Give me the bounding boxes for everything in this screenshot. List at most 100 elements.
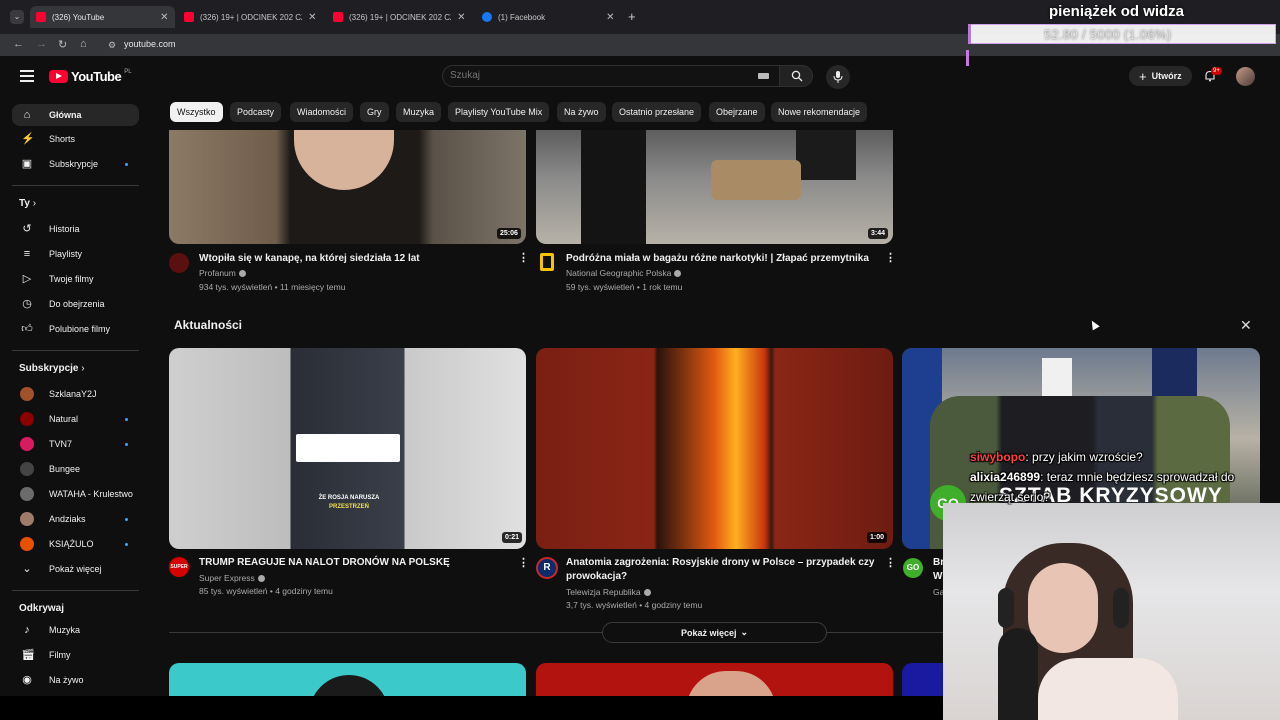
sidebar-item-liked[interactable]: 👍︎ Polubione filmy [12,318,139,340]
subscriptions-heading[interactable]: Subskrypcje › [19,363,85,374]
chip-music[interactable]: Muzyka [396,102,442,122]
sidebar-item-music[interactable]: ♪ Muzyka [12,619,139,641]
hamburger-menu-icon[interactable] [20,70,34,82]
account-avatar[interactable] [1236,67,1255,86]
sidebar-item-label: Pokaż więcej [49,564,102,574]
channel-name[interactable]: Profanum [199,267,246,280]
sidebar-channel-bungee[interactable]: Bungee [12,458,139,480]
sidebar-item-shorts[interactable]: ⚡ Shorts [12,128,139,150]
browser-tab[interactable]: (326) 19+ | ODCINEK 202 CZ. 2 ✕ [327,6,472,28]
new-tab-button[interactable]: + [628,9,636,24]
channel-avatar[interactable]: GO [903,558,923,578]
sidebar-item-history[interactable]: ↺ Historia [12,218,139,240]
new-content-dot [125,517,128,521]
video-title[interactable]: Podróżna miała w bagażu różne narkotyki!… [566,252,876,266]
sidebar-item-playlists[interactable]: ≡ Playlisty [12,243,139,265]
tab-title: (326) 19+ | ODCINEK 202 CZ. 2 [349,12,451,22]
chip-new-to-you[interactable]: Nowe rekomendacje [771,102,868,122]
search-button[interactable] [779,65,813,87]
show-more-button[interactable]: Pokaż więcej ⌄ [602,622,827,643]
keyboard-icon[interactable] [758,73,769,79]
url-field[interactable]: youtube.com [124,39,176,49]
sidebar-show-more[interactable]: ⌄ Pokaż więcej [12,558,139,580]
video-thumbnail[interactable]: ŻE ROSJA NARUSZA PRZESTRZEŃ [169,348,526,549]
tab-search-button[interactable]: ⌄ [10,10,24,24]
video-thumbnail[interactable] [169,110,526,244]
chip-podcasts[interactable]: Podcasty [230,102,282,122]
site-info-icon[interactable]: ⚙ [108,40,116,51]
your-videos-icon: ▷ [22,273,32,285]
chip-games[interactable]: Gry [360,102,389,122]
channel-avatar[interactable]: SUPER [169,557,189,577]
sidebar-item-subscriptions[interactable]: ▣ Subskrypcje [12,153,139,175]
sidebar-channel-wataha[interactable]: WATAHA - Krulestwo [12,483,139,505]
more-options-icon[interactable]: ⋮ [885,251,896,264]
youtube-favicon-icon [36,12,46,22]
you-heading[interactable]: Ty › [19,198,36,209]
overlay-marker [966,50,969,66]
sidebar-item-your-videos[interactable]: ▷ Twoje filmy [12,268,139,290]
tab-title: (1) Facebook [498,12,546,22]
sidebar-item-label: Bungee [49,464,81,474]
channel-avatar[interactable] [540,253,554,271]
tab-title: (326) 19+ | ODCINEK 202 CZ. 1 [200,12,302,22]
tab-close-icon[interactable]: ✕ [160,12,169,23]
voice-search-button[interactable] [826,65,850,89]
video-duration: 1:00 [867,532,888,543]
sidebar-item-label: Do obejrzenia [49,299,105,309]
thumbnail-person [581,110,646,244]
chat-username: alixia246899 [970,470,1041,484]
home-icon[interactable]: ⌂ [80,38,87,50]
reload-icon[interactable]: ↻ [58,38,67,51]
video-thumbnail[interactable] [536,348,893,549]
back-arrow-icon[interactable]: ← [13,38,24,50]
sidebar-item-live[interactable]: ◉ Na żywo [12,669,139,691]
chip-watched[interactable]: Obejrzane [709,102,765,122]
sidebar-channel-andziaks[interactable]: Andziaks [12,508,139,530]
channel-name[interactable]: Telewizja Republika [566,586,651,599]
more-options-icon[interactable]: ⋮ [518,251,529,264]
sidebar-channel-natural[interactable]: Natural [12,408,139,430]
subscriptions-icon: ▣ [21,158,33,170]
video-meta: 59 tys. wyświetleń • 1 rok temu [566,282,683,292]
forward-arrow-icon[interactable]: → [36,38,47,50]
show-more-label: Pokaż więcej [680,627,737,638]
sidebar-channel-ksiazulo[interactable]: KSIĄŻULO [12,533,139,555]
video-thumbnail[interactable] [536,110,893,244]
youtube-logo[interactable]: YouTube PL [49,69,132,84]
tab-close-icon[interactable]: ✕ [308,12,317,23]
chip-news[interactable]: Wiadomości [290,102,354,122]
video-title[interactable]: TRUMP REAGUJE NA NALOT DRONÓW NA POLSKĘ [199,556,509,570]
channel-avatar[interactable] [169,253,189,273]
video-title[interactable]: Wtopiła się w kanapę, na której siedział… [199,252,499,266]
channel-avatar [20,437,34,451]
chat-message: alixia246899: teraz mnie będziesz sprowa… [970,470,1235,504]
video-title[interactable]: Anatomia zagrożenia: Rosyjskie drony w P… [566,556,876,584]
browser-tab[interactable]: (326) 19+ | ODCINEK 202 CZ. 1 ✕ [178,6,323,28]
chip-live[interactable]: Na żywo [557,102,606,122]
channel-avatar[interactable]: R [536,557,558,579]
chip-all[interactable]: Wszystko [170,102,223,122]
close-icon[interactable]: ✕ [1240,317,1252,334]
create-button[interactable]: + Utwórz [1129,66,1192,86]
sidebar-item-movies[interactable]: 🎬︎ Filmy [12,644,139,666]
chip-youtube-mix[interactable]: Playlisty YouTube Mix [448,102,550,122]
search-input[interactable] [450,70,730,81]
browser-tab[interactable]: (326) YouTube ✕ [30,6,175,28]
more-options-icon[interactable]: ⋮ [518,556,529,569]
chevron-right-icon: › [81,363,85,374]
sidebar-item-watch-later[interactable]: ◷ Do obejrzenia [12,293,139,315]
tab-close-icon[interactable]: ✕ [606,12,615,23]
sidebar-channel-szklanay2j[interactable]: SzklanaY2J [12,383,139,405]
more-options-icon[interactable]: ⋮ [885,556,896,569]
chip-recently-uploaded[interactable]: Ostatnio przesłane [612,102,702,122]
chevron-right-icon: › [32,198,37,209]
sidebar-channel-tvn7[interactable]: TVN7 [12,433,139,455]
tab-close-icon[interactable]: ✕ [457,12,466,23]
channel-name[interactable]: Super Express [199,572,265,585]
channel-name[interactable]: National Geographic Polska [566,267,682,280]
sidebar-item-home[interactable]: ⌂ Główna [12,104,139,126]
sidebar-item-label: Muzyka [49,625,81,635]
sidebar-item-label: Playlisty [49,249,83,259]
browser-tab[interactable]: (1) Facebook ✕ [476,6,621,28]
